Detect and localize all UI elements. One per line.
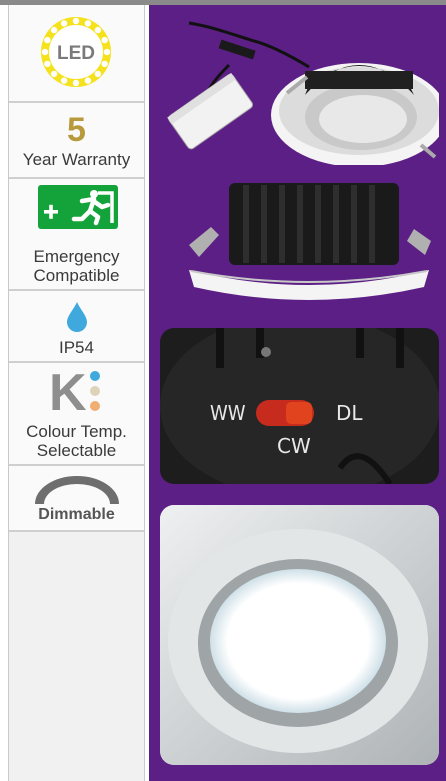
photo-downlight-driver [159,15,439,165]
warranty-number: 5 [67,111,86,149]
product-photo-panel: WW DL CW [149,5,446,781]
feature-led: LED [9,5,144,103]
warm-dot [90,401,100,411]
colour-label-2: Selectable [36,441,117,460]
emergency-exit-icon [38,185,118,229]
feature-ip54: IP54 [9,291,144,363]
neutral-dot [90,386,100,396]
photo-lit-downlight [160,505,439,765]
switch-label-ww: WW [210,401,246,425]
feature-dimmable: Dimmable [9,466,144,532]
photo-heatsink-side [169,175,439,305]
feature-colour-temp: K Colour Temp. Selectable [9,363,144,466]
feature-warranty: 5 Year Warranty [9,103,144,179]
cool-dot [90,371,100,381]
feature-sidebar: LED 5 Year Warranty Emergency Compatible… [8,5,145,781]
led-ring-icon: LED [41,17,111,87]
photo-cct-switch: WW DL CW [160,328,439,484]
switch-label-dl: DL [336,401,363,425]
colour-label-1: Colour Temp. [26,422,127,441]
switch-label-cw: CW [277,434,311,458]
dimmer-arc-icon [35,476,119,504]
ip-label: IP54 [59,338,94,357]
kelvin-icon: K [49,364,87,422]
emergency-label-2: Compatible [33,266,120,285]
feature-emergency: Emergency Compatible [9,179,144,291]
emergency-label-1: Emergency [33,247,120,266]
warranty-label: Year Warranty [22,150,131,169]
led-text: LED [57,43,95,64]
dimmable-label: Dimmable [38,506,115,523]
water-drop-icon [67,302,87,332]
